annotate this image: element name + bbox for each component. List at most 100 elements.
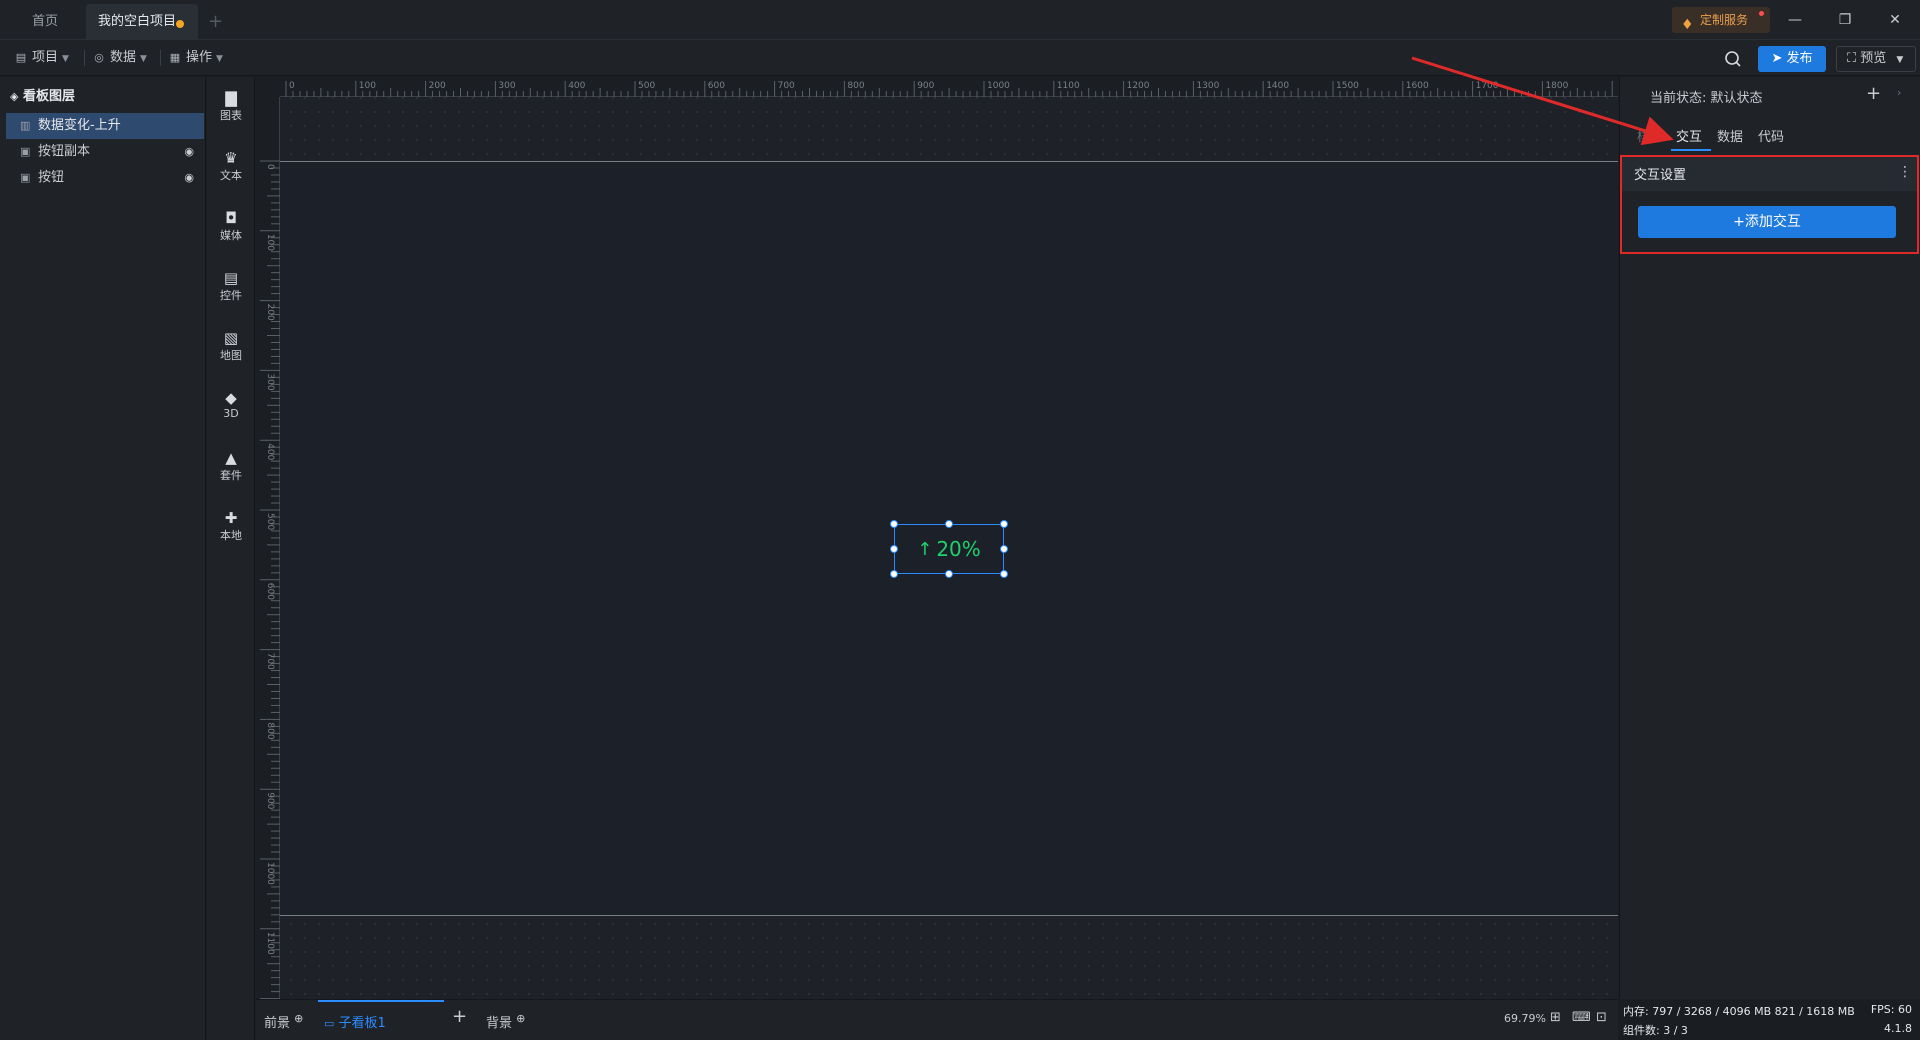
ruler-label: 1000 bbox=[265, 862, 275, 885]
ruler-label: 600 bbox=[708, 81, 725, 91]
search-icon[interactable] bbox=[1722, 48, 1744, 70]
ruler-top-ticks: 0 100 200 300 400 500 600 700 800 900 1000 1100 1200… bbox=[285, 81, 1613, 97]
component-3d[interactable]: ◆ 3D bbox=[207, 389, 255, 420]
component-chart[interactable]: ▇ 图表 bbox=[207, 89, 255, 123]
current-state: 当前状态: 默认状态 bbox=[1650, 91, 1763, 106]
ruler-label: 200 bbox=[429, 81, 446, 91]
minimize-button[interactable]: — bbox=[1780, 8, 1810, 32]
database-icon: ◎ bbox=[94, 51, 104, 64]
layer-item[interactable]: ▥ 数据变化-上升 bbox=[6, 113, 204, 139]
ruler-left-ticks: 0 100 200 300 400 500 600 700 800 900 1000 1100 bbox=[260, 160, 280, 999]
ruler-label: 1400 bbox=[1266, 81, 1289, 91]
resize-handle[interactable] bbox=[1000, 520, 1008, 528]
custom-service-label: 定制服务 bbox=[1700, 13, 1749, 27]
widget-icon: ▤ bbox=[223, 269, 239, 287]
component-label: 地图 bbox=[220, 349, 242, 362]
chevron-down-icon: ▼ bbox=[140, 54, 147, 64]
title-bar: 首页 我的空白项目 + ♦ 定制服务 — ❐ ✕ bbox=[0, 0, 1920, 40]
tab-interaction[interactable]: 交互 bbox=[1676, 126, 1702, 145]
tab-subboard[interactable]: ▭ 子看板1 bbox=[324, 1012, 386, 1031]
layer-item[interactable]: ▣ 按钮副本 ◉ bbox=[6, 139, 204, 165]
ruler-label: 800 bbox=[265, 722, 275, 739]
ruler-label: 1700 bbox=[1476, 81, 1499, 91]
annotation-highlight-box bbox=[1620, 155, 1919, 254]
resize-handle[interactable] bbox=[1000, 545, 1008, 553]
ruler-label: 1300 bbox=[1196, 81, 1219, 91]
fit-screen-icon[interactable]: ⊞ bbox=[1550, 1010, 1561, 1025]
resize-handle[interactable] bbox=[945, 520, 953, 528]
ruler-label: 1800 bbox=[1545, 81, 1568, 91]
zoom-level[interactable]: 69.79% bbox=[1504, 1012, 1546, 1025]
component-label: 套件 bbox=[220, 469, 242, 482]
keyboard-icon[interactable]: ⌨ bbox=[1572, 1010, 1591, 1025]
layer-label: 数据变化-上升 bbox=[38, 118, 121, 133]
eye-hidden-icon[interactable]: ◉ bbox=[184, 139, 194, 165]
tab-project-label: 我的空白项目 bbox=[98, 14, 177, 29]
custom-service-button[interactable]: ♦ 定制服务 bbox=[1672, 7, 1770, 33]
menu-divider bbox=[160, 50, 161, 66]
ruler-label: 800 bbox=[847, 81, 864, 91]
preview-button[interactable]: ⛶ 预览 ▼ bbox=[1836, 46, 1916, 72]
status-bar: 内存: 797 / 3268 / 4096 MB 821 / 1618 MB F… bbox=[1619, 999, 1920, 1040]
add-state-button[interactable]: + bbox=[1866, 83, 1881, 104]
bottom-bar: 前景 ⊕ ▭ 子看板1 + 背景 ⊕ 69.79% ⊞ ⌨ ⊡ bbox=[256, 999, 1618, 1040]
data-change-widget[interactable]: ↑ 20% bbox=[890, 520, 1008, 578]
publish-button[interactable]: ➤ 发布 bbox=[1758, 46, 1826, 72]
gem-icon: ♦ bbox=[1681, 17, 1694, 33]
tab-foreground[interactable]: 前景 ⊕ bbox=[264, 1012, 303, 1031]
restore-button[interactable]: ❐ bbox=[1830, 8, 1860, 32]
tab-project[interactable]: 我的空白项目 bbox=[86, 4, 198, 40]
chevron-down-icon: ▼ bbox=[62, 54, 69, 64]
component-label: 控件 bbox=[220, 289, 242, 302]
version-label: 4.1.8 bbox=[1884, 1022, 1912, 1035]
ruler-label: 600 bbox=[265, 583, 275, 600]
terminal-icon[interactable]: ⊡ bbox=[1596, 1010, 1607, 1025]
component-label: 3D bbox=[223, 407, 239, 420]
component-label: 文本 bbox=[220, 169, 242, 182]
component-kit[interactable]: ▲ 套件 bbox=[207, 449, 255, 483]
widget-value: 20% bbox=[936, 537, 981, 561]
monitor-icon: ▭ bbox=[324, 1017, 335, 1030]
add-circle-icon[interactable]: ⊕ bbox=[516, 1012, 525, 1025]
menu-bar: ▤ 项目 ▼ ◎ 数据 ▼ ▦ 操作 ▼ bbox=[0, 40, 1920, 76]
menu-operate[interactable]: ▦ 操作 ▼ bbox=[168, 46, 223, 70]
text-icon: ♛ bbox=[224, 149, 238, 167]
ruler-label: 1000 bbox=[987, 81, 1010, 91]
component-media[interactable]: ◘ 媒体 bbox=[207, 209, 255, 243]
resize-handle[interactable] bbox=[945, 570, 953, 578]
ruler-label: 1100 bbox=[265, 932, 275, 955]
menu-project[interactable]: ▤ 项目 ▼ bbox=[14, 46, 69, 70]
tab-home[interactable]: 首页 bbox=[14, 4, 76, 40]
component-label: 图表 bbox=[220, 109, 242, 122]
canvas-area[interactable]: 0 100 200 300 400 500 600 700 800 900 1000 1100 1200… bbox=[256, 77, 1618, 999]
unsaved-dot bbox=[176, 20, 184, 28]
add-circle-icon[interactable]: ⊕ bbox=[294, 1012, 303, 1025]
ruler-top: 0 100 200 300 400 500 600 700 800 900 1000 1100 1200… bbox=[280, 77, 1618, 97]
layers-title-label: 看板图层 bbox=[23, 89, 76, 104]
close-button[interactable]: ✕ bbox=[1880, 8, 1910, 32]
component-local[interactable]: ✚ 本地 bbox=[207, 509, 255, 543]
menu-data[interactable]: ◎ 数据 ▼ bbox=[92, 46, 147, 70]
eye-hidden-icon[interactable]: ◉ bbox=[184, 165, 194, 191]
tab-data[interactable]: 数据 bbox=[1717, 126, 1743, 145]
resize-handle[interactable] bbox=[890, 545, 898, 553]
resize-handle[interactable] bbox=[1000, 570, 1008, 578]
layers-title: ◈ 看板图层 bbox=[10, 85, 75, 104]
resize-handle[interactable] bbox=[890, 520, 898, 528]
ruler-label: 700 bbox=[778, 81, 795, 91]
tab-style[interactable]: 样 bbox=[1637, 126, 1650, 145]
component-map[interactable]: ▧ 地图 bbox=[207, 329, 255, 363]
ruler-label: 1600 bbox=[1406, 81, 1429, 91]
ruler-label: 700 bbox=[265, 653, 275, 670]
resize-handle[interactable] bbox=[890, 570, 898, 578]
component-text[interactable]: ♛ 文本 bbox=[207, 149, 255, 183]
tab-code[interactable]: 代码 bbox=[1758, 126, 1784, 145]
add-board-button[interactable]: + bbox=[452, 1006, 467, 1027]
add-tab-button[interactable]: + bbox=[208, 4, 223, 40]
layer-item[interactable]: ▣ 按钮 ◉ bbox=[6, 165, 204, 191]
chart-icon: ▇ bbox=[225, 89, 237, 107]
menu-project-label: 项目 bbox=[32, 50, 59, 65]
chevron-right-icon[interactable]: › bbox=[1897, 86, 1901, 99]
tab-background[interactable]: 背景 ⊕ bbox=[486, 1012, 525, 1031]
component-widget[interactable]: ▤ 控件 bbox=[207, 269, 255, 303]
